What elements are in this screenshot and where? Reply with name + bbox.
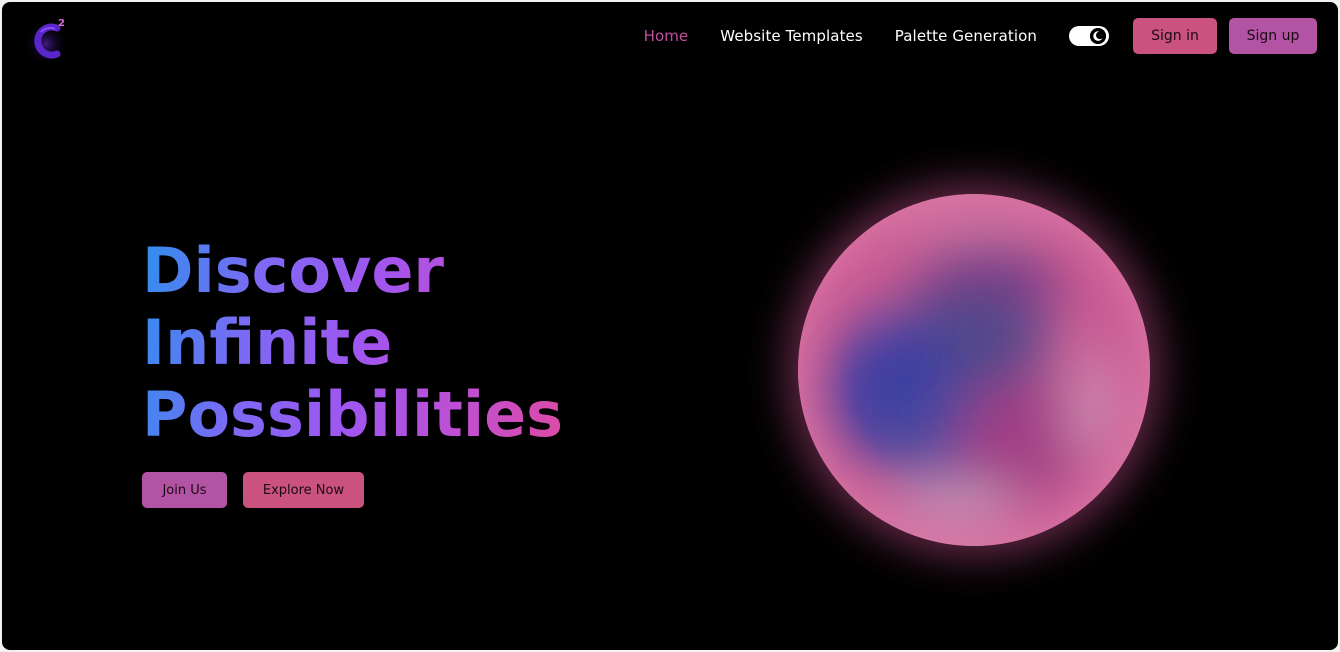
gradient-orb <box>798 194 1150 546</box>
hero-title-line-2: Infinite <box>142 306 393 379</box>
top-navigation: Home Website Templates Palette Generatio… <box>644 18 1317 54</box>
theme-toggle[interactable] <box>1069 26 1109 46</box>
moon-icon <box>1090 28 1106 44</box>
hero-actions: Join Us Explore Now <box>142 472 364 508</box>
svg-text:2: 2 <box>58 18 65 29</box>
explore-now-button[interactable]: Explore Now <box>243 472 364 508</box>
hero-title-line-3: Possibilities <box>142 378 564 451</box>
hero-title: Discover Infinite Possibilities <box>142 235 582 451</box>
sign-up-button[interactable]: Sign up <box>1229 18 1317 54</box>
hero-title-line-1: Discover <box>142 234 445 307</box>
sign-in-button[interactable]: Sign in <box>1133 18 1217 54</box>
nav-link-palette-generation[interactable]: Palette Generation <box>895 27 1037 45</box>
join-us-button[interactable]: Join Us <box>142 472 227 508</box>
nav-link-website-templates[interactable]: Website Templates <box>720 27 863 45</box>
nav-link-home[interactable]: Home <box>644 27 689 45</box>
app-window: 2 Home Website Templates Palette Generat… <box>2 2 1338 650</box>
c-squared-logo-icon[interactable]: 2 <box>24 14 70 64</box>
